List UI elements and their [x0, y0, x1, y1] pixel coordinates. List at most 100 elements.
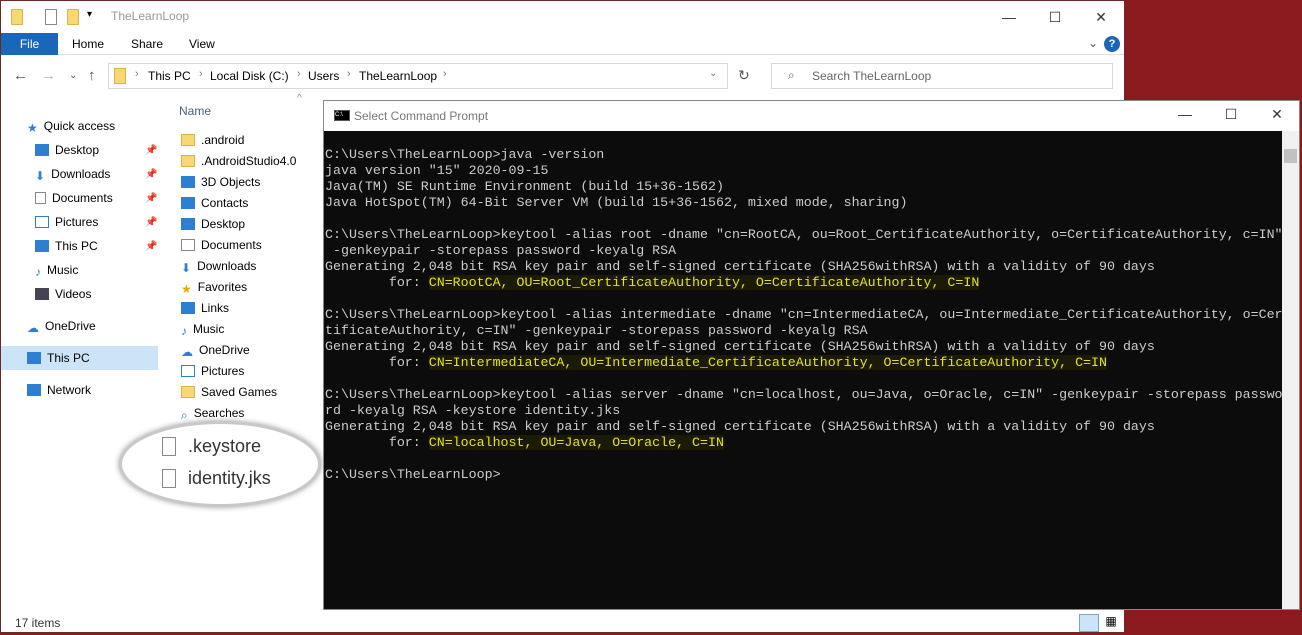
folder-icon [181, 155, 195, 167]
tab-file[interactable]: File [1, 33, 58, 55]
music-icon: ♪ [35, 265, 41, 279]
tab-home[interactable]: Home [58, 33, 118, 55]
music-icon: ♪ [181, 324, 187, 338]
window-title: TheLearnLoop [111, 9, 190, 23]
file-identity-jks[interactable]: identity.jks [188, 468, 271, 489]
star-icon: ★ [181, 282, 192, 296]
file-item[interactable]: ☁ OneDrive [181, 343, 250, 359]
address-bar[interactable]: › This PC › Local Disk (C:) › Users › Th… [108, 63, 728, 89]
sidebar-item-this-pc-root[interactable]: This PC [27, 351, 90, 365]
terminal-line: C:\Users\TheLearnLoop>keytool -alias ser… [325, 387, 1283, 402]
pictures-icon [35, 216, 49, 228]
cmd-title: Select Command Prompt [354, 109, 489, 123]
file-item[interactable]: Desktop [181, 217, 245, 231]
file-keystore[interactable]: .keystore [188, 436, 261, 457]
cmd-maximize-button[interactable]: ☐ [1208, 99, 1254, 129]
tab-view[interactable]: View [175, 33, 229, 55]
file-item[interactable]: Pictures [181, 364, 244, 378]
maximize-button[interactable]: ☐ [1032, 1, 1078, 33]
help-button[interactable]: ? [1104, 36, 1120, 52]
pin-icon: 📌 [145, 193, 158, 204]
file-item[interactable]: Saved Games [181, 385, 277, 399]
terminal-line: Generating 2,048 bit RSA key pair and se… [325, 339, 1155, 354]
desktop-icon [35, 144, 49, 156]
new-folder-icon[interactable] [67, 9, 79, 25]
back-button[interactable]: ← [13, 67, 28, 84]
file-item[interactable]: ⬇ Downloads [181, 259, 256, 275]
cmd-minimize-button[interactable]: — [1162, 99, 1208, 129]
search-icon: ⌕ [181, 408, 188, 422]
minimize-button[interactable]: — [986, 1, 1032, 33]
breadcrumb-users[interactable]: Users [308, 69, 339, 83]
properties-icon[interactable] [45, 9, 57, 25]
file-item[interactable]: Contacts [181, 196, 248, 210]
folder-icon [114, 68, 126, 84]
details-view-button[interactable] [1079, 614, 1099, 632]
breadcrumb-this-pc[interactable]: This PC [148, 69, 191, 83]
sidebar-item-quick-access[interactable]: ★ Quick access [27, 119, 115, 135]
large-icons-view-button[interactable]: ▦ [1101, 614, 1121, 632]
forward-button[interactable]: → [41, 67, 56, 84]
sidebar-item-downloads[interactable]: ⬇ Downloads [35, 167, 110, 183]
sidebar-item-network[interactable]: Network [27, 383, 91, 397]
star-icon: ★ [27, 121, 38, 135]
command-prompt[interactable]: C:\Users\TheLearnLoop> [325, 467, 1283, 483]
sidebar-item-pictures[interactable]: Pictures [35, 215, 98, 229]
tab-share[interactable]: Share [117, 33, 177, 55]
computer-icon [27, 352, 41, 364]
highlighted-dname: CN=IntermediateCA, OU=Intermediate_Certi… [428, 355, 1107, 370]
cmd-titlebar: C:\ Select Command Prompt — ☐ ✕ [324, 101, 1299, 131]
refresh-button[interactable]: ↻ [738, 67, 750, 84]
terminal-line: C:\Users\TheLearnLoop>keytool -alias int… [325, 307, 1283, 322]
cmd-close-button[interactable]: ✕ [1254, 99, 1300, 129]
sidebar-item-this-pc[interactable]: This PC [35, 239, 98, 253]
cmd-scrollbar[interactable] [1282, 131, 1299, 609]
file-item[interactable]: ★ Favorites [181, 280, 247, 296]
file-item[interactable]: ⌕ Searches [181, 406, 244, 422]
pin-icon: 📌 [145, 169, 158, 180]
file-item[interactable]: Documents [181, 238, 262, 252]
terminal-line: for: CN=localhost, OU=Java, O=Oracle, C=… [325, 435, 724, 450]
close-button[interactable]: ✕ [1078, 1, 1124, 33]
terminal-line: for: CN=RootCA, OU=Root_CertificateAutho… [325, 275, 980, 290]
breadcrumb-thelearnloop[interactable]: TheLearnLoop [359, 69, 437, 83]
sidebar-item-desktop[interactable]: Desktop [35, 143, 99, 157]
terminal-line: rd -keyalg RSA -keystore identity.jks [325, 403, 621, 418]
terminal-line: java version "15" 2020-09-15 [325, 163, 549, 178]
terminal-line: C:\Users\TheLearnLoop>java -version [325, 147, 605, 162]
breadcrumb-local-disk[interactable]: Local Disk (C:) [210, 69, 289, 83]
file-item[interactable]: .android [181, 133, 244, 147]
up-button[interactable]: ↑ [88, 67, 96, 84]
file-item[interactable]: .AndroidStudio4.0 [181, 154, 296, 168]
folder-icon [11, 9, 23, 25]
terminal-line: Java(TM) SE Runtime Environment (build 1… [325, 179, 724, 194]
terminal-line: for: CN=IntermediateCA, OU=Intermediate_… [325, 355, 1107, 370]
search-placeholder: Search TheLearnLoop [812, 69, 932, 83]
sidebar-item-documents[interactable]: Documents [35, 191, 113, 205]
scrollbar-thumb[interactable] [1284, 149, 1297, 163]
terminal-output[interactable]: C:\Users\TheLearnLoop>java -version java … [325, 147, 1283, 483]
sidebar-item-music[interactable]: ♪ Music [35, 263, 78, 279]
address-dropdown-icon[interactable]: ⌄ [709, 68, 717, 79]
ribbon-tabs: File Home Share View ⌄ ? [1, 33, 1124, 55]
sidebar-item-videos[interactable]: Videos [35, 287, 91, 301]
pin-icon: 📌 [145, 241, 158, 252]
pictures-icon [181, 365, 195, 377]
folder-icon [181, 134, 195, 146]
customize-toolbar-icon[interactable]: ▾ [87, 9, 92, 20]
download-icon: ⬇ [35, 169, 46, 183]
column-header-name[interactable]: Name [179, 104, 211, 118]
sidebar-item-onedrive[interactable]: ☁ OneDrive [27, 319, 96, 335]
cloud-icon: ☁ [27, 321, 39, 335]
folder-special-icon [181, 176, 195, 188]
highlight-callout: .keystore identity.jks [119, 421, 321, 507]
recent-locations-icon[interactable]: ⌄ [69, 70, 77, 81]
expand-ribbon-icon[interactable]: ⌄ [1088, 36, 1098, 50]
search-icon: ⌕ [788, 68, 795, 82]
file-item[interactable]: Links [181, 301, 229, 315]
file-item[interactable]: ♪ Music [181, 322, 224, 338]
file-item[interactable]: 3D Objects [181, 175, 260, 189]
search-input[interactable]: ⌕ Search TheLearnLoop [771, 63, 1113, 89]
